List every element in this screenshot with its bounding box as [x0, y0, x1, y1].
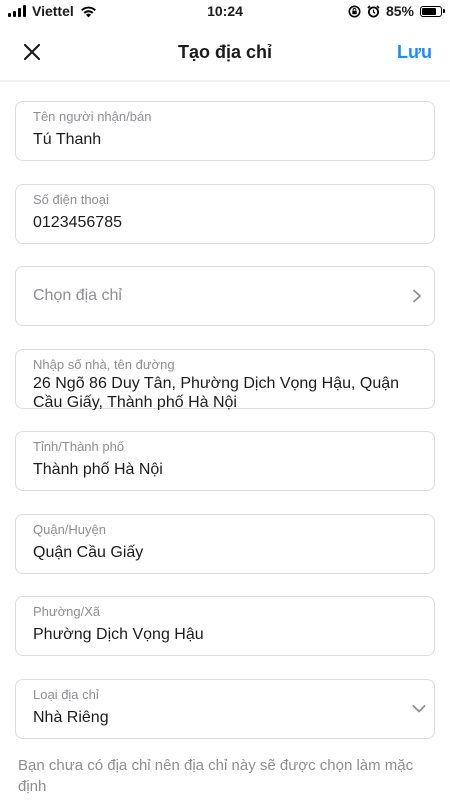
street-address-label: Nhập số nhà, tên đường: [33, 357, 175, 372]
address-type-value[interactable]: Nhà Riêng: [33, 709, 394, 727]
battery-icon: [420, 5, 445, 17]
nav-bar: Tạo địa chỉ Lưu: [0, 24, 450, 80]
status-bar: Viettel 10:24 85%: [0, 0, 450, 24]
province-field[interactable]: Tỉnh/Thành phố Thành phố Hà Nội: [15, 431, 435, 491]
street-address-value[interactable]: 26 Ngõ 86 Duy Tân, Phường Dịch Vọng Hậu,…: [33, 374, 418, 410]
province-value[interactable]: Thành phố Hà Nội: [33, 461, 394, 479]
phone-field[interactable]: Số điện thoại 0123456785: [15, 184, 435, 244]
phone-value[interactable]: 0123456785: [33, 214, 394, 232]
street-address-field[interactable]: Nhập số nhà, tên đường 26 Ngõ 86 Duy Tân…: [15, 349, 435, 410]
recipient-name-field[interactable]: Tên người nhận/bán Tú Thanh: [15, 101, 435, 161]
default-address-note: Bạn chưa có địa chỉ nên địa chỉ này sẽ đ…: [18, 757, 414, 795]
address-type-select[interactable]: Loại địa chỉ Nhà Riêng: [15, 679, 435, 739]
province-label: Tỉnh/Thành phố: [33, 439, 125, 454]
phone-label: Số điện thoại: [33, 192, 109, 207]
ward-label: Phường/Xã: [33, 604, 101, 619]
recipient-name-value[interactable]: Tú Thanh: [33, 131, 394, 149]
district-label: Quận/Huyện: [33, 522, 106, 537]
address-picker[interactable]: Chọn địa chỉ: [15, 266, 435, 326]
battery-fill: [422, 7, 437, 15]
alarm-icon: [367, 4, 380, 17]
status-right: 85%: [348, 3, 445, 19]
chevron-down-icon[interactable]: [412, 704, 426, 714]
district-field[interactable]: Quận/Huyện Quận Cầu Giấy: [15, 514, 435, 574]
chevron-right-icon: [413, 289, 421, 303]
address-picker-placeholder: Chọn địa chỉ: [33, 287, 122, 304]
ward-field[interactable]: Phường/Xã Phường Dịch Vọng Hậu: [15, 596, 435, 656]
battery-percent: 85%: [385, 3, 414, 19]
save-button[interactable]: Lưu: [397, 42, 432, 63]
page-title: Tạo địa chỉ: [177, 42, 273, 62]
district-value[interactable]: Quận Cầu Giấy: [33, 544, 394, 562]
recipient-name-label: Tên người nhận/bán: [33, 109, 152, 124]
address-type-label: Loại địa chỉ: [33, 687, 99, 702]
ward-value[interactable]: Phường Dịch Vọng Hậu: [33, 626, 394, 644]
rotation-lock-icon: [348, 5, 361, 17]
